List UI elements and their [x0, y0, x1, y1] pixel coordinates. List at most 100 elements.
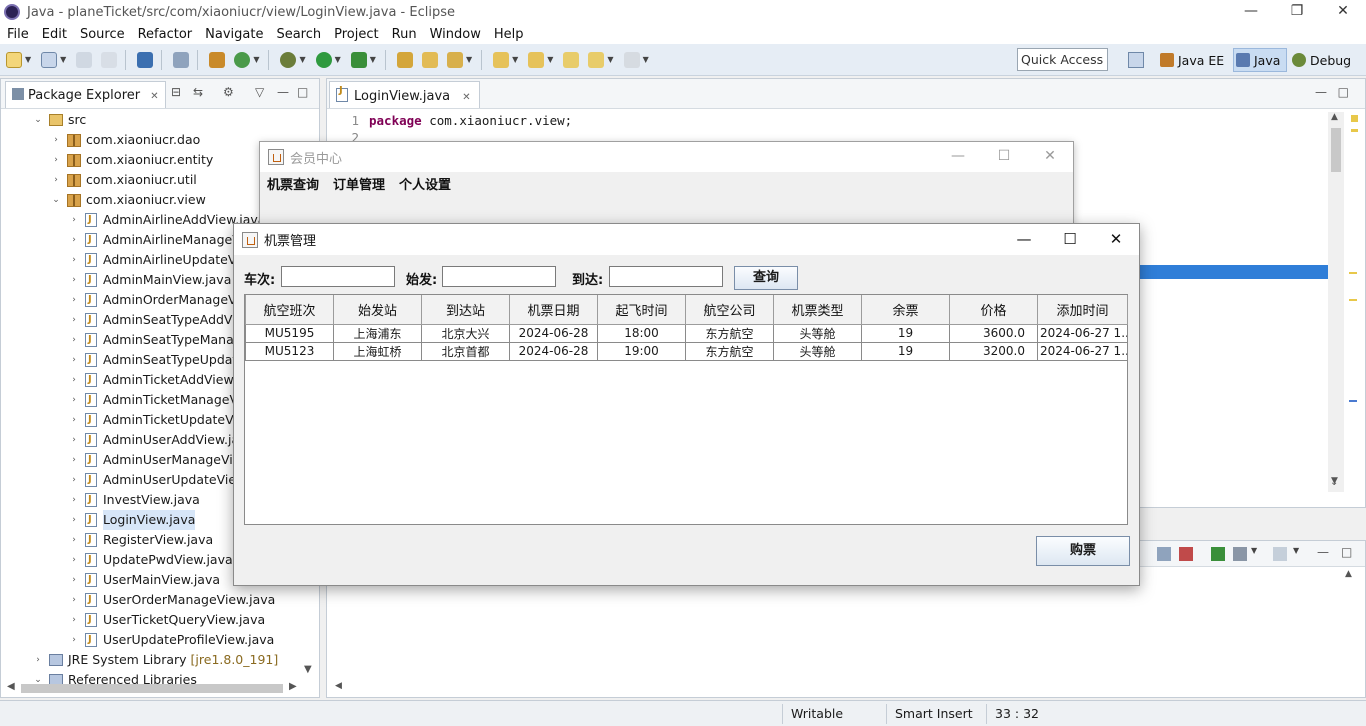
- tree-item[interactable]: › LoginView.java: [67, 510, 196, 530]
- col-departure[interactable]: 始发站: [333, 295, 422, 325]
- chevron-right-icon[interactable]: ›: [67, 550, 81, 570]
- console-icon[interactable]: [137, 51, 154, 68]
- scroll-up-icon[interactable]: ▲: [1331, 112, 1338, 122]
- close-icon[interactable]: ✕: [1027, 142, 1073, 170]
- chevron-down-icon[interactable]: ▼: [370, 55, 376, 64]
- tree-item[interactable]: ⌄ com.xiaoniucr.view: [49, 190, 206, 210]
- table-cell[interactable]: 北京首都: [421, 341, 510, 361]
- chevron-down-icon[interactable]: ▼: [299, 55, 305, 64]
- col-arrival[interactable]: 到达站: [421, 295, 510, 325]
- col-remaining[interactable]: 余票: [861, 295, 950, 325]
- chevron-right-icon[interactable]: ›: [67, 510, 81, 530]
- menu-file[interactable]: File: [0, 27, 35, 42]
- chevron-right-icon[interactable]: ›: [67, 570, 81, 590]
- menu-navigate[interactable]: Navigate: [198, 27, 269, 42]
- table-cell[interactable]: MU5123: [245, 341, 334, 361]
- chevron-right-icon[interactable]: ›: [67, 490, 81, 510]
- table-cell[interactable]: 3200.0: [949, 341, 1038, 361]
- table-cell[interactable]: 2024-06-27 1...: [1037, 323, 1128, 343]
- open-type-icon[interactable]: [396, 51, 413, 68]
- menu-project[interactable]: Project: [327, 27, 384, 42]
- build-icon[interactable]: [209, 51, 226, 68]
- chevron-down-icon[interactable]: ▼: [25, 55, 31, 64]
- open-folder-icon[interactable]: [421, 51, 438, 68]
- tree-item[interactable]: › RegisterView.java: [67, 530, 213, 550]
- col-added-time[interactable]: 添加时间: [1037, 295, 1128, 325]
- chevron-right-icon[interactable]: ›: [67, 590, 81, 610]
- scroll-left-icon[interactable]: ◀: [7, 681, 15, 692]
- tree-item[interactable]: › com.xiaoniucr.dao: [49, 130, 200, 150]
- chevron-down-icon[interactable]: ▼: [607, 55, 613, 64]
- chevron-down-icon[interactable]: ▼: [466, 55, 472, 64]
- chevron-right-icon[interactable]: ›: [67, 390, 81, 410]
- minimize-editor-icon[interactable]: —: [1315, 85, 1327, 99]
- tree-item[interactable]: › UpdatePwdView.java: [67, 550, 232, 570]
- chevron-down-icon[interactable]: ▼: [643, 55, 649, 64]
- filter-icon[interactable]: ⚙: [223, 85, 234, 99]
- tree-item[interactable]: ⌄ src: [31, 110, 86, 130]
- menu-window[interactable]: Window: [423, 27, 487, 42]
- chevron-down-icon[interactable]: ▼: [253, 55, 259, 64]
- save-icon[interactable]: [41, 51, 58, 68]
- new-console-icon[interactable]: [1273, 547, 1287, 561]
- maximize-view-icon[interactable]: □: [297, 85, 308, 99]
- table-cell[interactable]: 19: [861, 323, 950, 343]
- chevron-right-icon[interactable]: ›: [49, 170, 63, 190]
- perspective-debug[interactable]: Debug: [1292, 48, 1351, 72]
- tree-item[interactable]: › InvestView.java: [67, 490, 200, 510]
- scroll-left-icon[interactable]: ◀: [335, 681, 342, 691]
- skip-breakpoints-icon[interactable]: [173, 51, 190, 68]
- menu-help[interactable]: Help: [487, 27, 530, 42]
- chevron-right-icon[interactable]: ›: [31, 650, 45, 670]
- table-cell[interactable]: 东方航空: [685, 341, 774, 361]
- quick-access-input[interactable]: Quick Access: [1017, 48, 1108, 71]
- view-menu-icon[interactable]: ▽: [255, 85, 264, 99]
- run-external-icon[interactable]: [350, 51, 367, 68]
- scroll-down-icon[interactable]: ▼: [304, 664, 312, 675]
- open-console-icon[interactable]: [1211, 547, 1225, 561]
- tree-item[interactable]: › UserTicketQueryView.java: [67, 610, 265, 630]
- overview-marker[interactable]: [1351, 129, 1358, 132]
- editor-vertical-scrollbar[interactable]: ▲ ▼: [1328, 112, 1344, 492]
- tree-item[interactable]: › AdminAirlineUpdateVi: [67, 250, 239, 270]
- forward-icon[interactable]: [623, 51, 640, 68]
- table-row[interactable]: MU5123 上海虹桥 北京首都 2024-06-28 19:00 东方航空 头…: [245, 341, 1128, 361]
- table-cell[interactable]: 东方航空: [685, 323, 774, 343]
- tree-item[interactable]: › JRE System Library [jre1.8.0_191]: [31, 650, 278, 670]
- tree-item[interactable]: › AdminUserAddView.ja: [67, 430, 239, 450]
- prev-annotation-icon[interactable]: [528, 51, 545, 68]
- tree-item[interactable]: › AdminTicketManageV: [67, 390, 238, 410]
- col-ticket-type[interactable]: 机票类型: [773, 295, 862, 325]
- open-perspective-icon[interactable]: [1128, 52, 1144, 68]
- maximize-icon[interactable]: ☐: [1047, 224, 1093, 254]
- chevron-right-icon[interactable]: ›: [67, 310, 81, 330]
- print-icon[interactable]: [101, 51, 118, 68]
- chevron-down-icon[interactable]: ⌄: [49, 190, 63, 210]
- chevron-right-icon[interactable]: ›: [67, 430, 81, 450]
- tab-package-explorer[interactable]: Package Explorer ✕: [5, 81, 166, 108]
- tree-item[interactable]: › com.xiaoniucr.util: [49, 170, 197, 190]
- menu-personal-settings[interactable]: 个人设置: [392, 174, 458, 193]
- restore-icon[interactable]: ❐: [1274, 0, 1320, 24]
- col-takeoff-time[interactable]: 起飞时间: [597, 295, 686, 325]
- tree-item[interactable]: › AdminTicketUpdateVi: [67, 410, 237, 430]
- next-annotation-icon[interactable]: [493, 51, 510, 68]
- chevron-down-icon[interactable]: ▼: [335, 55, 341, 64]
- tree-item[interactable]: › AdminAirlineManageV: [67, 230, 241, 250]
- chevron-right-icon[interactable]: ›: [67, 210, 81, 230]
- table-cell[interactable]: 头等舱: [773, 323, 862, 343]
- minimize-icon[interactable]: —: [1001, 224, 1047, 254]
- chevron-right-icon[interactable]: ›: [67, 290, 81, 310]
- chevron-right-icon[interactable]: ›: [67, 530, 81, 550]
- menu-run[interactable]: Run: [385, 27, 423, 42]
- tree-item[interactable]: › UserUpdateProfileView.java: [67, 630, 274, 650]
- chevron-down-icon[interactable]: ▼: [1251, 546, 1257, 555]
- tree-item[interactable]: › AdminUserManageVie: [67, 450, 240, 470]
- chevron-right-icon[interactable]: ›: [67, 610, 81, 630]
- table-cell[interactable]: 19: [861, 341, 950, 361]
- display-console-icon[interactable]: [1233, 547, 1247, 561]
- table-cell[interactable]: MU5195: [245, 323, 334, 343]
- back-icon[interactable]: [588, 51, 605, 68]
- maximize-editor-icon[interactable]: □: [1338, 85, 1349, 99]
- scroll-up-icon[interactable]: ▲: [1345, 569, 1352, 579]
